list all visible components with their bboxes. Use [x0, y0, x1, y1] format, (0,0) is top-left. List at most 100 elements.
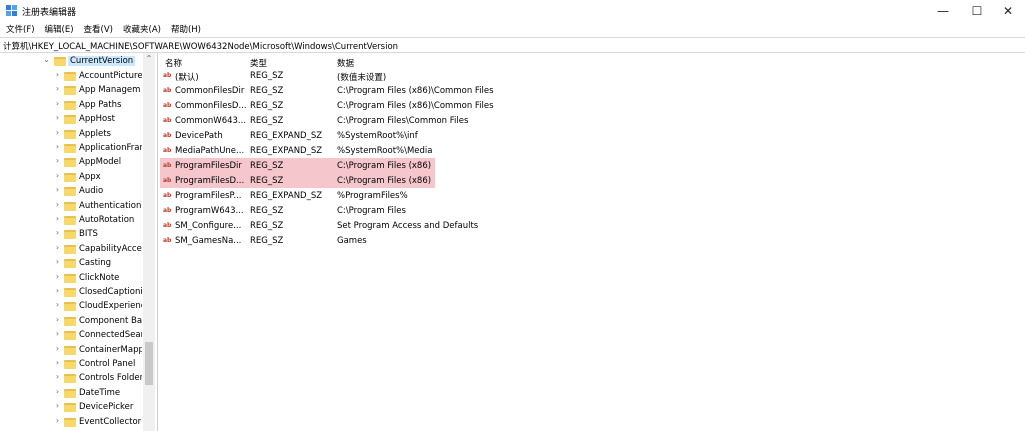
chevron-right-icon[interactable]: ›	[53, 372, 62, 381]
tree-item[interactable]: › BITS	[0, 227, 143, 241]
tree-item[interactable]: › ConnectedSear	[0, 328, 143, 342]
tree-scrollbar[interactable]: ⌃	[143, 53, 155, 431]
chevron-down-icon[interactable]: ⌄	[42, 55, 51, 64]
tree-item[interactable]: › App Managem	[0, 83, 143, 97]
menu-favorites[interactable]: 收藏夹(A)	[122, 21, 166, 37]
tree-item[interactable]: › CloudExperienc	[0, 299, 143, 313]
chevron-right-icon[interactable]: ›	[53, 156, 62, 165]
tree-item-label: AccountPicture	[79, 71, 142, 81]
chevron-right-icon[interactable]: ›	[53, 214, 62, 223]
chevron-right-icon[interactable]: ›	[53, 142, 62, 151]
chevron-right-icon[interactable]: ›	[53, 200, 62, 209]
value-row[interactable]: ab SM_GamesNa... REG_SZ Games	[160, 233, 435, 248]
value-row[interactable]: ab MediaPathUne... REG_EXPAND_SZ %SystemRoo…	[160, 143, 435, 158]
chevron-right-icon[interactable]: ›	[53, 286, 62, 295]
tree-item[interactable]: › DevicePicker	[0, 400, 143, 414]
tree-item[interactable]: › Authentication	[0, 199, 143, 213]
value-row[interactable]: ab (默认) REG_SZ (数值未设置)	[160, 68, 435, 83]
value-type: REG_EXPAND_SZ	[250, 131, 323, 141]
tree-item[interactable]: › DateTime	[0, 386, 143, 400]
address-bar[interactable]: 计算机\HKEY_LOCAL_MACHINE\SOFTWARE\WOW6432N…	[0, 37, 1025, 53]
tree-item[interactable]: › Controls Folder	[0, 371, 143, 385]
value-row[interactable]: ab ProgramFilesP... REG_EXPAND_SZ %ProgramF…	[160, 188, 435, 203]
tree-item-currentversion[interactable]: ⌄ CurrentVersion	[0, 54, 143, 68]
tree-item[interactable]: › AutoRotation	[0, 213, 143, 227]
tree-item-label: ContainerMapp	[79, 344, 142, 355]
chevron-right-icon[interactable]: ›	[53, 243, 62, 252]
chevron-right-icon[interactable]: ›	[53, 228, 62, 237]
chevron-right-icon[interactable]: ›	[53, 171, 62, 180]
chevron-right-icon[interactable]: ›	[53, 416, 62, 425]
folder-icon	[64, 216, 76, 225]
scrollbar-thumb[interactable]	[145, 342, 153, 385]
menu-view[interactable]: 查看(V)	[83, 21, 118, 37]
value-name: CommonFilesD...	[175, 101, 247, 111]
tree-item[interactable]: › CapabilityAcces	[0, 242, 143, 256]
value-row[interactable]: ab ProgramW643... REG_SZ C:\Program Files	[160, 203, 435, 218]
value-data: Games	[337, 236, 367, 246]
tree-item[interactable]: › ClickNote	[0, 271, 143, 285]
menu-bar: 文件(F) 编辑(E) 查看(V) 收藏夹(A) 帮助(H)	[0, 21, 1025, 37]
tree-item[interactable]: › Appx	[0, 170, 143, 184]
chevron-right-icon[interactable]: ›	[53, 70, 62, 79]
chevron-right-icon[interactable]: ›	[53, 315, 62, 324]
folder-icon	[64, 302, 76, 312]
value-name: SM_GamesNa...	[175, 236, 242, 246]
chevron-right-icon[interactable]: ›	[53, 344, 62, 353]
tree-item[interactable]: › AppHost	[0, 112, 143, 126]
tree-item[interactable]: › App Paths	[0, 98, 143, 112]
chevron-right-icon[interactable]: ›	[53, 113, 62, 122]
tree-item[interactable]: › AccountPicture	[0, 69, 143, 83]
folder-icon	[64, 374, 76, 384]
chevron-right-icon[interactable]: ›	[53, 185, 62, 194]
value-row[interactable]: ab SM_Configure... REG_SZ Set Program Acces…	[160, 218, 478, 233]
value-row[interactable]: ab CommonW643... REG_SZ C:\Program Files\Co…	[160, 113, 468, 128]
close-button[interactable]: ✕	[991, 0, 1025, 21]
chevron-right-icon[interactable]: ›	[53, 300, 62, 309]
tree-item[interactable]: › ContainerMapp	[0, 343, 143, 357]
folder-icon	[64, 259, 76, 269]
chevron-right-icon[interactable]: ›	[53, 272, 62, 281]
folder-icon	[64, 316, 76, 326]
chevron-right-icon[interactable]: ›	[53, 84, 62, 93]
menu-file[interactable]: 文件(F)	[5, 21, 40, 37]
menu-edit[interactable]: 编辑(E)	[44, 21, 79, 37]
tree-item[interactable]: › ClosedCaptioni	[0, 285, 143, 299]
chevron-right-icon[interactable]: ›	[53, 401, 62, 410]
tree-item[interactable]: › AppModel	[0, 155, 143, 169]
value-row[interactable]: ab ProgramFilesDir REG_SZ C:\Program Files …	[160, 158, 435, 173]
tree-item-label: BITS	[79, 229, 98, 240]
ab-string-icon: ab	[163, 72, 172, 79]
value-type: REG_SZ	[250, 71, 284, 81]
tree-item[interactable]: › ApplicationFrar	[0, 141, 143, 155]
address-path[interactable]: 计算机\HKEY_LOCAL_MACHINE\SOFTWARE\WOW6432N…	[3, 40, 398, 52]
chevron-right-icon[interactable]: ›	[53, 329, 62, 338]
value-row[interactable]: ab DevicePath REG_EXPAND_SZ %SystemRoot%\in…	[160, 128, 435, 143]
chevron-right-icon[interactable]: ›	[53, 99, 62, 108]
maximize-button[interactable]: ☐	[960, 0, 994, 21]
tree-item[interactable]: › Control Panel	[0, 357, 143, 371]
tree-item[interactable]: › Casting	[0, 256, 143, 270]
folder-icon	[64, 86, 76, 96]
chevron-right-icon[interactable]: ›	[53, 257, 62, 266]
value-row[interactable]: ab ProgramFilesD... REG_SZ C:\Program Files…	[160, 173, 435, 188]
folder-icon	[64, 187, 76, 197]
menu-help[interactable]: 帮助(H)	[170, 21, 206, 37]
value-row[interactable]: ab CommonFilesDir REG_SZ C:\Program Files (…	[160, 83, 494, 98]
chevron-right-icon[interactable]: ›	[53, 387, 62, 396]
chevron-right-icon[interactable]: ›	[53, 358, 62, 367]
key-tree-pane: ⌄ CurrentVersion › AccountPicture › App Man…	[0, 53, 158, 431]
minimize-button[interactable]: —	[926, 0, 960, 21]
tree-item[interactable]: › Applets	[0, 127, 143, 141]
chevron-right-icon[interactable]: ›	[53, 128, 62, 137]
tree-item-label: Control Panel	[79, 359, 136, 369]
tree-item-label: DateTime	[79, 387, 121, 398]
tree-item[interactable]: › EventCollector	[0, 415, 143, 429]
scroll-up-icon[interactable]: ⌃	[144, 54, 154, 63]
value-row[interactable]: ab CommonFilesD... REG_SZ C:\Program Files …	[160, 98, 494, 113]
window-title: 注册表编辑器	[22, 8, 77, 18]
tree-item-label: CloudExperienc	[79, 301, 142, 312]
tree-item[interactable]: › Component Ba	[0, 314, 143, 328]
tree-item[interactable]: › Audio	[0, 184, 143, 198]
ab-string-icon: ab	[163, 117, 172, 124]
